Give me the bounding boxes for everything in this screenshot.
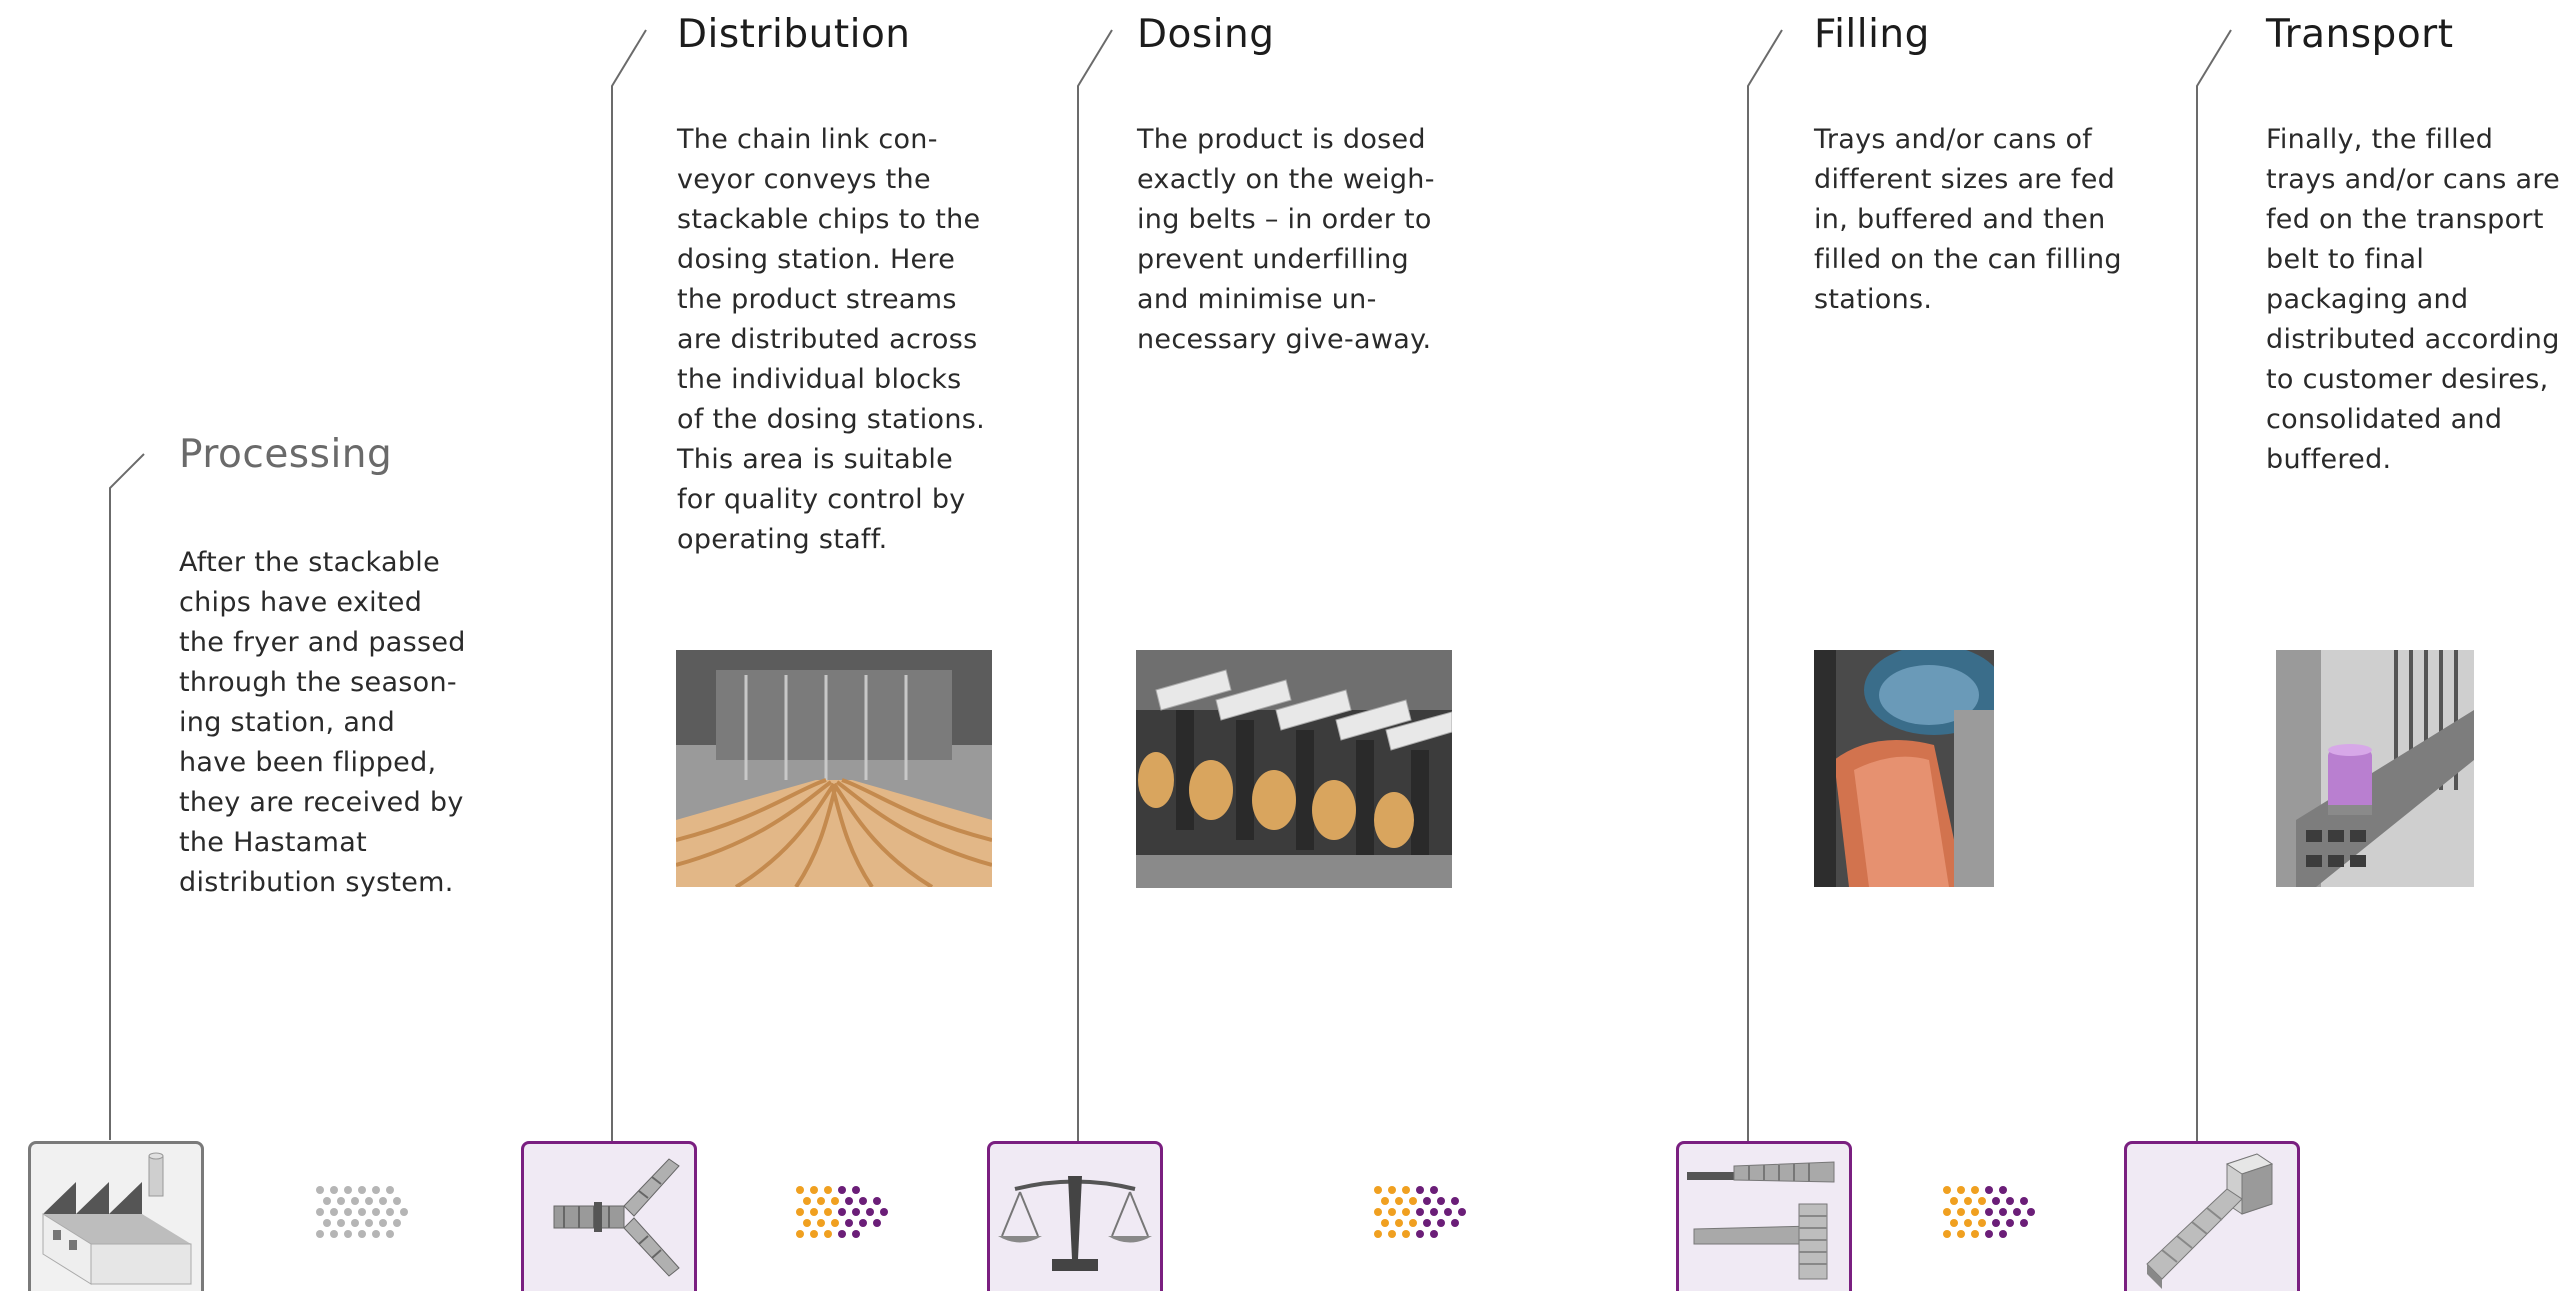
- distribution-conveyor-icon-box[interactable]: [521, 1141, 697, 1291]
- filling-photo: [1814, 650, 1994, 887]
- step-title-transport: Transport: [2266, 12, 2454, 57]
- connector-line-filling: [1747, 29, 1783, 1142]
- transport-belt-icon: [2146, 1153, 2274, 1289]
- flow-arrow-color-2: [1374, 1186, 1466, 1238]
- step-description-filling: Trays and/or cans of different sizes are…: [1814, 124, 2122, 315]
- connector-line-dosing: [1077, 29, 1113, 1142]
- step-title-distribution: Distribution: [677, 12, 911, 57]
- flow-arrow-color-3: [1943, 1186, 2035, 1238]
- step-title-processing: Processing: [179, 432, 393, 477]
- factory-icon-box[interactable]: [28, 1141, 204, 1291]
- step-description-distribution: The chain link con­veyor conveys the sta…: [677, 124, 986, 555]
- filling-station-icon: [1687, 1161, 1835, 1280]
- step-title-filling: Filling: [1814, 12, 1930, 57]
- connector-line-transport: [2196, 29, 2232, 1142]
- distribution-photo: [676, 650, 992, 887]
- step-title-dosing: Dosing: [1137, 12, 1275, 57]
- step-description-processing: After the stackable chips have exited th…: [179, 547, 466, 898]
- flow-arrow-gray: [316, 1186, 408, 1238]
- dosing-photo: [1136, 650, 1452, 888]
- transport-belt-icon-box[interactable]: [2124, 1141, 2300, 1291]
- filling-station-icon-box[interactable]: [1676, 1141, 1852, 1291]
- flow-arrow-color-1: [796, 1186, 888, 1238]
- scale-icon-box[interactable]: [987, 1141, 1163, 1291]
- step-description-dosing: The product is dosed exactly on the weig…: [1137, 124, 1435, 355]
- step-description-transport: Finally, the filled trays and/or cans ar…: [2266, 124, 2561, 475]
- distribution-conveyor-icon: [553, 1158, 680, 1277]
- factory-icon: [42, 1152, 192, 1285]
- connector-line-processing: [109, 453, 145, 1140]
- scale-icon: [998, 1176, 1152, 1271]
- connector-line-distribution: [611, 29, 647, 1142]
- transport-photo: [2276, 650, 2474, 887]
